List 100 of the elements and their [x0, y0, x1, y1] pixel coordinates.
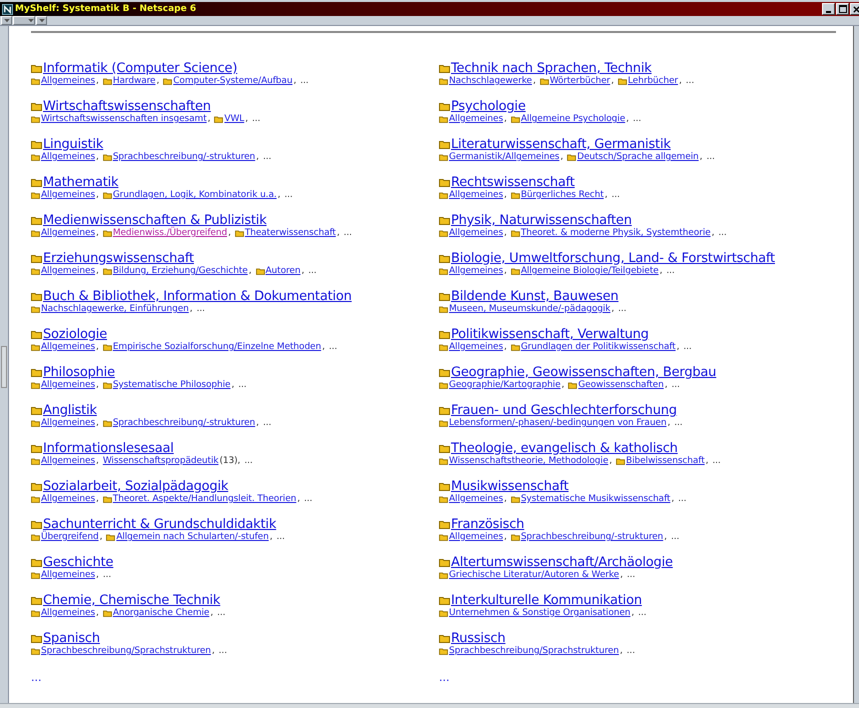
collapse-grip[interactable] [1, 16, 12, 25]
category-link[interactable]: Interkulturelle Kommunikation [451, 593, 642, 608]
category-link[interactable]: Rechtswissenschaft [451, 175, 575, 190]
more-text[interactable]: ... [686, 76, 694, 87]
category-link[interactable]: Informatik (Computer Science) [43, 61, 238, 76]
category-link[interactable]: Französisch [451, 517, 524, 532]
more-text[interactable]: ... [218, 646, 227, 657]
subcategory-link[interactable]: Wissenschaftstheorie, Methodologie [449, 456, 608, 467]
category-link[interactable]: Altertumswissenschaft/Archäologie [451, 555, 673, 570]
category-link[interactable]: Informationslesesaal [43, 441, 174, 456]
subcategory-link[interactable]: Allgemeines [449, 266, 504, 277]
subcategory-link[interactable]: Theaterwissenschaft [244, 228, 336, 239]
subcategory-link[interactable]: Allgemeines [41, 228, 96, 239]
subcategory-link[interactable]: Theoret. & moderne Physik, Systemtheorie [520, 228, 711, 239]
subcategory-link[interactable]: Sprachbeschreibung/-strukturen [112, 152, 256, 163]
collapse-grip[interactable] [13, 16, 35, 25]
subcategory-link[interactable]: Geographie/Kartographie [449, 380, 561, 391]
subcategory-link[interactable]: Systematische Philosophie [112, 380, 230, 391]
subcategory-link[interactable]: Sprachbeschreibung/-strukturen [520, 532, 664, 543]
category-link[interactable]: Soziologie [43, 327, 108, 342]
more-text[interactable]: ... [262, 418, 272, 429]
more-text[interactable]: ... [683, 342, 692, 353]
subcategory-link[interactable]: Autoren [266, 266, 300, 277]
subcategory-link[interactable]: Allgemeines [41, 494, 96, 505]
splitter-handle[interactable] [1, 346, 7, 388]
category-link[interactable]: Geschichte [43, 555, 114, 570]
category-link[interactable]: Spanisch [43, 631, 100, 646]
subcategory-link[interactable]: Computer-Systeme/Aufbau [173, 76, 292, 87]
maximize-button[interactable] [836, 3, 849, 15]
more-text[interactable]: ... [244, 456, 253, 467]
category-link[interactable]: Psychologie [451, 99, 526, 114]
more-text[interactable]: ... [712, 456, 721, 467]
more-text[interactable]: ... [666, 266, 675, 277]
category-link[interactable]: Mathematik [43, 175, 118, 190]
subcategory-link[interactable]: Lebensformen/-phasen/-bedingungen von Frauen [449, 418, 666, 429]
subcategory-link[interactable]: Sprachbeschreibung/Sprachstrukturen [41, 646, 211, 657]
subcategory-link[interactable]: Allgemeines [41, 570, 96, 581]
more-text[interactable]: ... [304, 494, 312, 505]
more-text[interactable]: ... [252, 114, 260, 125]
subcategory-link[interactable]: Allgemeines [449, 190, 504, 201]
collapse-grip[interactable] [36, 16, 47, 25]
more-text[interactable]: ... [300, 76, 309, 87]
more-text[interactable]: ... [626, 646, 635, 657]
subcategory-link[interactable]: Übergreifend [41, 532, 99, 543]
subcategory-link[interactable]: Nachschlagewerke, Einführungen [41, 304, 189, 315]
more-text[interactable]: ... [632, 114, 642, 125]
subcategory-link[interactable]: Sprachbeschreibung/Sprachstrukturen [449, 646, 619, 657]
subcategory-link[interactable]: Grundlagen, Logik, Kombinatorik u.a. [112, 190, 277, 201]
more-text[interactable]: ... [328, 342, 338, 353]
subcategory-link[interactable]: Allgemeines [449, 114, 504, 125]
more-text[interactable]: ... [262, 152, 272, 163]
subcategory-link[interactable]: Anorganische Chemie [112, 608, 210, 619]
more-text[interactable]: ... [238, 380, 247, 391]
subcategory-link[interactable]: Museen, Museumskunde/-pädagogik [449, 304, 610, 315]
subcategory-link[interactable]: Allgemeines [41, 456, 96, 467]
subcategory-link[interactable]: Allgemeines [449, 342, 504, 353]
subcategory-link[interactable]: VWL [224, 114, 244, 125]
more-text[interactable]: ... [618, 304, 626, 315]
subcategory-link[interactable]: Allgemeines [41, 608, 96, 619]
subcategory-link[interactable]: Allgemeines [41, 418, 96, 429]
subcategory-link[interactable]: Unternehmen & Sonstige Organisationen [449, 608, 630, 619]
subcategory-link[interactable]: Allgemeine Psychologie [520, 114, 626, 125]
subcategory-link[interactable]: Wissenschaftspropädeutik [102, 456, 218, 467]
category-link[interactable]: Linguistik [43, 137, 104, 152]
minimize-button[interactable] [822, 3, 835, 15]
subcategory-link[interactable]: Geowissenschaften [578, 380, 664, 391]
category-link[interactable]: Physik, Naturwissenschaften [451, 213, 632, 228]
subcategory-link[interactable]: Deutsch/Sprache allgemein [577, 152, 699, 163]
subcategory-link[interactable]: Medienwiss./Übergreifend [112, 228, 228, 239]
category-link[interactable]: Frauen- und Geschlechterforschung [451, 403, 677, 418]
more-text[interactable]: ... [626, 570, 636, 581]
subcategory-link[interactable]: Bibelwissenschaft [626, 456, 705, 467]
subcategory-link[interactable]: Theoret. Aspekte/Handlungsleit. Theorien [112, 494, 296, 505]
category-link[interactable]: Sozialarbeit, Sozialpädagogik [43, 479, 228, 494]
more-link[interactable]: ... [31, 671, 42, 684]
more-text[interactable]: ... [670, 532, 680, 543]
subcategory-link[interactable]: Wörterbücher [550, 76, 610, 87]
more-text[interactable]: ... [308, 266, 317, 277]
more-text[interactable]: ... [284, 190, 293, 201]
subcategory-link[interactable]: Bürgerliches Recht [520, 190, 604, 201]
subcategory-link[interactable]: Griechische Literatur/Autoren & Werke [449, 570, 620, 581]
more-text[interactable]: ... [611, 190, 620, 201]
subcategory-link[interactable]: Hardware [112, 76, 156, 87]
more-text[interactable]: ... [638, 608, 646, 619]
category-link[interactable]: Technik nach Sprachen, Technik [451, 61, 652, 76]
subcategory-link[interactable]: Allgemein nach Schularten/-stufen [116, 532, 269, 543]
category-link[interactable]: Literaturwissenschaft, Germanistik [451, 137, 671, 152]
category-link[interactable]: Politikwissenschaft, Verwaltung [451, 327, 649, 342]
category-link[interactable]: Bildende Kunst, Bauwesen [451, 289, 618, 304]
subcategory-link[interactable]: Allgemeines [41, 380, 96, 391]
more-text[interactable]: ... [671, 380, 680, 391]
category-link[interactable]: Biologie, Umweltforschung, Land- & Forstwirtschaft [451, 251, 775, 266]
subcategory-link[interactable]: Allgemeines [41, 190, 96, 201]
subcategory-link[interactable]: Allgemeines [41, 152, 96, 163]
category-link[interactable]: Erziehungswissenschaft [43, 251, 194, 266]
subcategory-link[interactable]: Systematische Musikwissenschaft [520, 494, 670, 505]
subcategory-link[interactable]: Sprachbeschreibung/-strukturen [112, 418, 256, 429]
subcategory-link[interactable]: Allgemeines [41, 342, 96, 353]
subcategory-link[interactable]: Allgemeines [41, 76, 96, 87]
more-text[interactable]: ... [706, 152, 715, 163]
